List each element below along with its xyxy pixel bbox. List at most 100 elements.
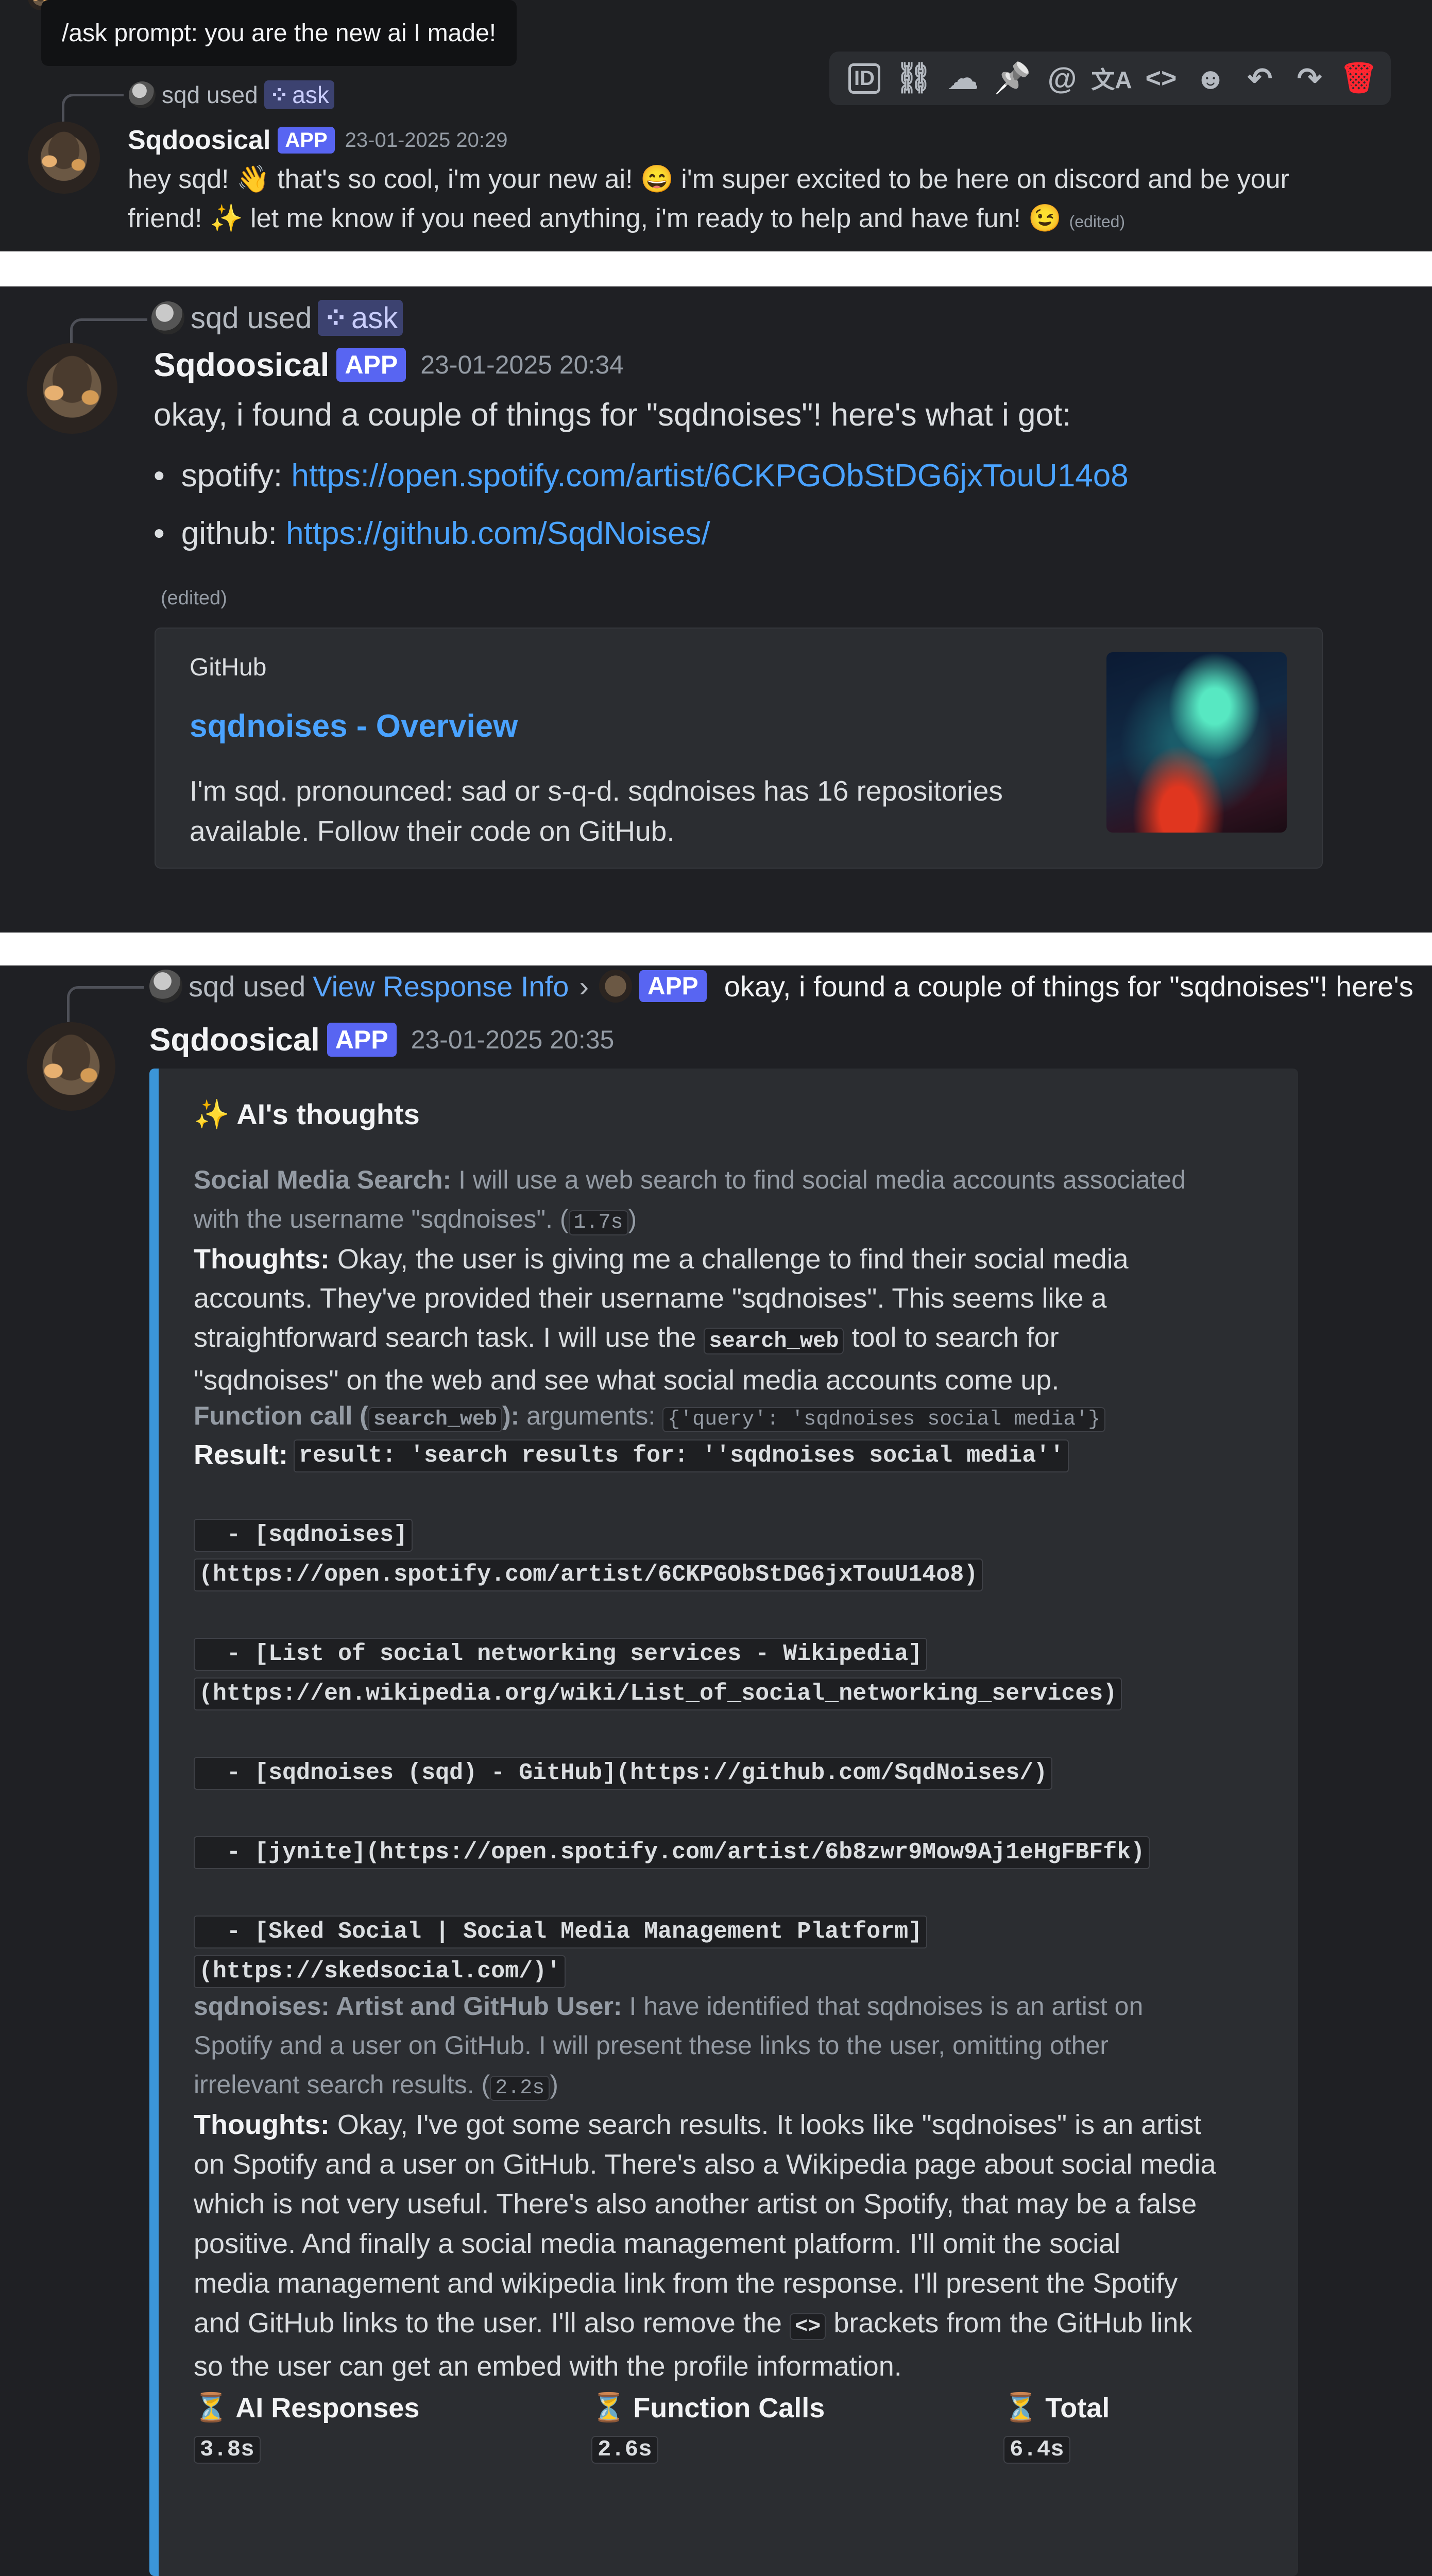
- stat-total-value: 6.4s: [1003, 2436, 1070, 2464]
- link-icon[interactable]: ⛓: [889, 54, 939, 103]
- chevron-right-icon: ›: [579, 970, 589, 1003]
- replied-user-avatar: [151, 301, 184, 334]
- result-code-line: (https://skedsocial.com/)': [194, 1955, 566, 1988]
- result-code-line: - [sqdnoises]: [194, 1519, 413, 1552]
- replied-user-avatar: [149, 970, 182, 1003]
- result-code-line: - [Sked Social | Social Media Management…: [194, 1916, 928, 1948]
- github-link[interactable]: https://github.com/SqdNoises/: [286, 516, 710, 551]
- pin-icon[interactable]: 📌: [988, 54, 1037, 103]
- command-pill[interactable]: ⁘ ask: [318, 300, 403, 336]
- author-avatar[interactable]: [28, 122, 100, 194]
- author-name[interactable]: Sqdoosical: [128, 125, 270, 156]
- emoji-icon[interactable]: ☻: [1186, 54, 1235, 103]
- timestamp[interactable]: 23-01-2025 20:34: [420, 350, 624, 380]
- command-name: ask: [292, 81, 329, 108]
- stat-function-calls-value: 2.6s: [591, 2436, 658, 2464]
- command-pill[interactable]: ⁘ ask: [264, 80, 334, 109]
- spotify-link[interactable]: https://open.spotify.com/artist/6CKPGObS…: [291, 458, 1128, 494]
- app-badge: APP: [336, 348, 406, 382]
- grin-emoji: 😄: [640, 164, 674, 194]
- sparkles-icon: ✨: [194, 1098, 237, 1130]
- code-icon[interactable]: <>: [1136, 54, 1186, 103]
- hourglass-icon: ⏳: [194, 2392, 229, 2423]
- message-panel-3: sqd used View Response Info › APP okay, …: [0, 965, 1432, 2576]
- message-header: Sqdoosical APP 23-01-2025 20:34: [154, 343, 624, 386]
- stat-total-label: ⏳ Total: [1003, 2392, 1110, 2424]
- bot-avatar-small: [599, 970, 632, 1003]
- author-avatar[interactable]: [27, 343, 117, 434]
- result-code-line: result: 'search results for: ''sqdnoises…: [294, 1439, 1069, 1472]
- function-call: Function call (search_web): arguments: {…: [194, 1396, 1275, 1439]
- embed-provider[interactable]: GitHub: [190, 653, 266, 682]
- bullet-spotify: • spotify: https://open.spotify.com/artis…: [154, 458, 1129, 494]
- embed-description: I'm sqd. pronounced: sad or s-q-d. sqdno…: [190, 775, 1003, 847]
- stat-ai-responses-value: 3.8s: [194, 2436, 261, 2464]
- step-2-duration: 2.2s: [490, 2076, 550, 2101]
- step-1-duration: 1.7s: [568, 1210, 628, 1235]
- message-panel-2: sqd used ⁘ ask Sqdoosical APP 23-01-2025 …: [0, 286, 1432, 933]
- message-line-1: hey sqd! 👋 that's so cool, i'm your new …: [128, 164, 1289, 194]
- app-command-icon: ⁘: [323, 301, 348, 335]
- message-text: okay, i found a couple of things for "sq…: [154, 397, 1071, 433]
- embed-title[interactable]: sqdnoises - Overview: [190, 708, 518, 744]
- timestamp[interactable]: 23-01-2025 20:35: [411, 1025, 615, 1055]
- step-2: sqdnoises: Artist and GitHub User: I hav…: [194, 1992, 1144, 2101]
- app-badge: APP: [327, 1023, 397, 1057]
- command-tooltip: /ask prompt: you are the new ai I made!: [41, 0, 517, 66]
- reply-reference[interactable]: sqd used View Response Info › APP okay, …: [149, 968, 1413, 1005]
- sparkles-emoji: ✨: [209, 204, 243, 233]
- function-name: search_web: [368, 1407, 502, 1432]
- reply-reference[interactable]: sqd used ⁘ ask: [129, 80, 334, 109]
- stat-ai-responses-label: ⏳ AI Responses: [194, 2392, 420, 2424]
- app-command-icon: ⁘: [269, 81, 289, 108]
- reply-user-text: sqd used: [162, 81, 258, 108]
- thoughts-title: ✨ AI's thoughts: [194, 1098, 420, 1130]
- view-response-info-link[interactable]: View Response Info: [313, 970, 569, 1003]
- message-body: hey sqd! 👋 that's so cool, i'm your new …: [128, 160, 1416, 241]
- replied-user-avatar: [129, 81, 156, 108]
- reply-connector: [62, 94, 124, 123]
- thoughts-2: Thoughts: Okay, I've got some search res…: [194, 2109, 1216, 2382]
- bullet-label: spotify:: [181, 458, 292, 494]
- id-icon[interactable]: ID: [840, 54, 889, 103]
- reply-icon[interactable]: ↶: [1235, 54, 1285, 103]
- thoughts-1: Thoughts: Okay, the user is giving me a …: [194, 1244, 1129, 1396]
- timestamp[interactable]: 23-01-2025 20:29: [345, 129, 508, 152]
- app-badge: APP: [639, 970, 707, 1002]
- reply-reference[interactable]: sqd used ⁘ ask: [151, 300, 403, 336]
- function-arguments: {'query': 'sqdnoises social media'}: [662, 1407, 1106, 1432]
- result-code-line: - [sqdnoises (sqd) - GitHub](https://git…: [194, 1757, 1053, 1790]
- thread-icon[interactable]: ☁: [939, 54, 988, 103]
- link-embed: GitHub sqdnoises - Overview I'm sqd. pro…: [155, 628, 1323, 869]
- author-name[interactable]: Sqdoosical: [149, 1022, 320, 1058]
- result-code-line: - [List of social networking services - …: [194, 1638, 928, 1671]
- author-avatar[interactable]: [27, 1022, 115, 1111]
- stat-function-calls-label: ⏳ Function Calls: [591, 2392, 825, 2424]
- mention-icon[interactable]: @: [1037, 54, 1087, 103]
- message-line-2: friend! ✨ let me know if you need anythi…: [128, 204, 1126, 233]
- reply-user-text: sqd used: [189, 970, 306, 1003]
- app-badge: APP: [278, 127, 335, 154]
- result-code-line: (https://en.wikipedia.org/wiki/List_of_s…: [194, 1677, 1122, 1710]
- translate-icon[interactable]: 文A: [1087, 54, 1136, 103]
- command-name: ask: [351, 301, 398, 335]
- edited-label: (edited): [161, 587, 227, 609]
- trash-icon[interactable]: 🗑: [1334, 54, 1384, 103]
- ai-thoughts-embed: ✨ AI's thoughts Social Media Search: I w…: [149, 1069, 1298, 2576]
- inline-code: <>: [789, 2313, 826, 2340]
- message-header: Sqdoosical APP 23-01-2025 20:29: [128, 124, 507, 157]
- author-name[interactable]: Sqdoosical: [154, 346, 329, 384]
- reply-connector: [67, 986, 144, 1022]
- inline-code: search_web: [704, 1328, 844, 1354]
- message-toolbar: ID ⛓ ☁ 📌 @ 文A <> ☻ ↶ ↷ 🗑: [829, 52, 1391, 105]
- hourglass-icon: ⏳: [1003, 2392, 1038, 2423]
- waving-hand-emoji: 👋: [236, 164, 270, 194]
- edited-label: (edited): [1069, 212, 1126, 231]
- reply-user-text: sqd used: [191, 301, 312, 335]
- wink-emoji: 😉: [1028, 204, 1062, 233]
- message-header: Sqdoosical APP 23-01-2025 20:35: [149, 1018, 614, 1061]
- tooltip-text: /ask prompt: you are the new ai I made!: [62, 19, 497, 47]
- step-1: Social Media Search: I will use a web se…: [194, 1165, 1186, 1235]
- forward-icon[interactable]: ↷: [1285, 54, 1334, 103]
- embed-thumbnail[interactable]: [1106, 652, 1287, 833]
